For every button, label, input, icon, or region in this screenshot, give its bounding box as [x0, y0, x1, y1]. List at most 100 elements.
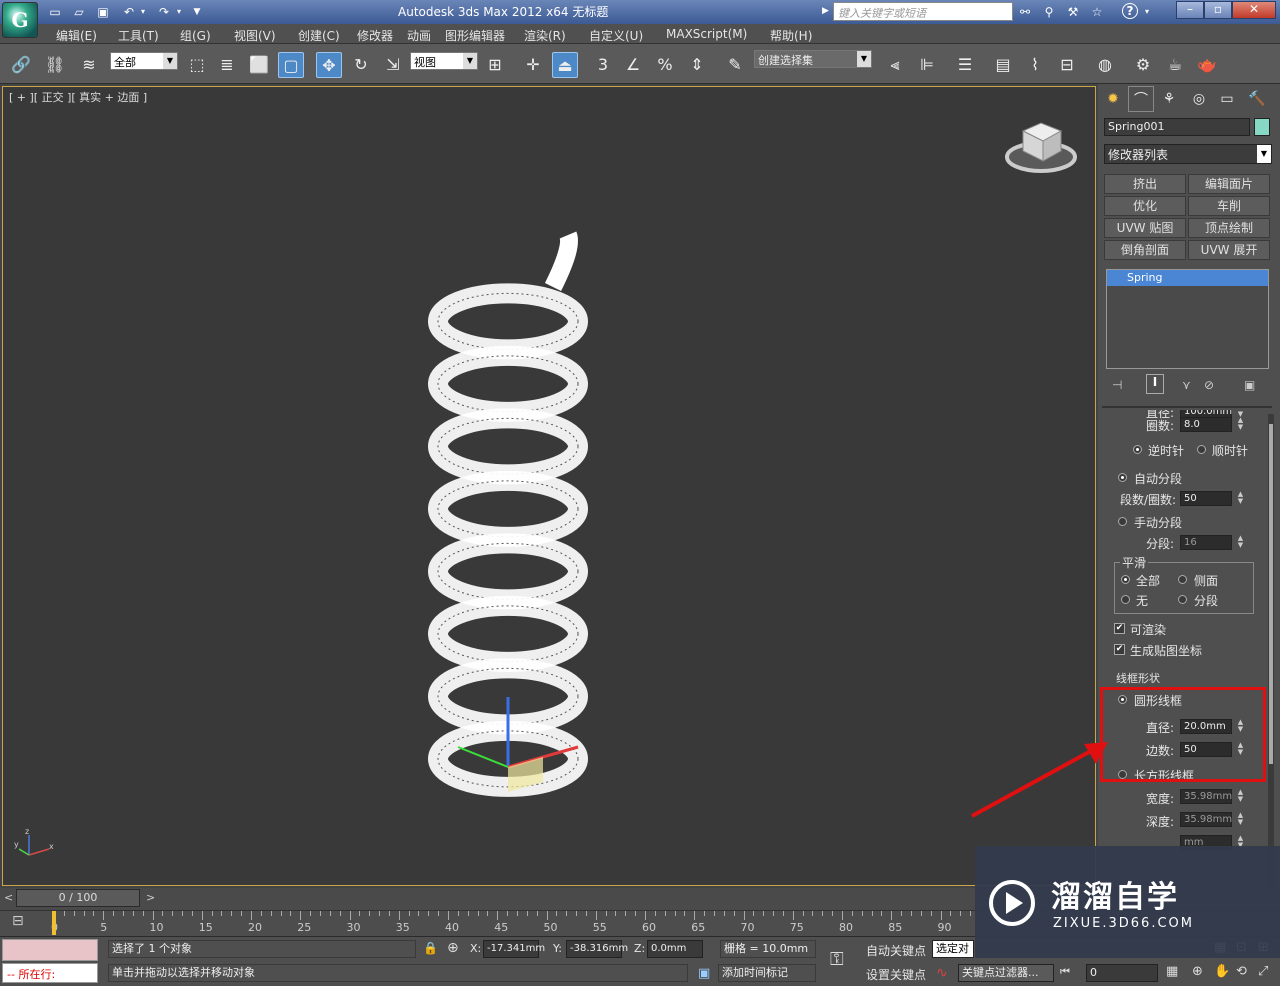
named-selection-set-dropdown[interactable]: 创建选择集 ▼	[754, 50, 872, 68]
show-end-result-icon[interactable]: I	[1146, 374, 1164, 394]
key-icon[interactable]: ⚲	[1040, 3, 1058, 21]
unlink-icon[interactable]: ⛓	[42, 52, 68, 78]
maxscript-listener-mini[interactable]	[2, 939, 98, 961]
orbit-icon[interactable]: ⟲	[1236, 964, 1247, 979]
object-name-field[interactable]: Spring001	[1104, 118, 1250, 136]
modifier-btn-extrude[interactable]: 挤出	[1104, 174, 1186, 194]
smooth-all-radio[interactable]	[1121, 575, 1130, 584]
open-file-icon[interactable]: ▱	[70, 3, 88, 21]
viewport-label[interactable]: [ + ][ 正交 ][ 真实 + 边面 ]	[9, 89, 147, 105]
time-slider[interactable]: 0 / 100	[16, 889, 140, 907]
modifier-btn-unwrap-uvw[interactable]: UVW 展开	[1188, 240, 1270, 260]
spring-object[interactable]	[403, 227, 623, 847]
curve-icon[interactable]: ∿	[936, 965, 948, 981]
utilities-tab-icon[interactable]: 🔨	[1244, 86, 1270, 112]
z-coord-field[interactable]: 0.0mm	[647, 940, 703, 958]
select-by-name-icon[interactable]: ≣	[214, 52, 240, 78]
ccw-radio[interactable]	[1133, 445, 1142, 454]
keyboard-shortcut-override-icon[interactable]: ⏏	[552, 52, 578, 78]
mini-curve-editor-icon[interactable]: ⊟	[12, 913, 24, 929]
go-to-start-icon[interactable]: ⏮	[1060, 965, 1070, 979]
align-icon[interactable]: ⊫	[914, 52, 940, 78]
manual-segment-radio[interactable]	[1118, 517, 1127, 526]
width-spin-arrows[interactable]: ▲ ▼	[1236, 789, 1245, 804]
select-and-scale-icon[interactable]: ⇲	[380, 52, 406, 78]
graphite-ribbon-icon[interactable]: ▤	[990, 52, 1016, 78]
pin-stack-icon[interactable]: ⊣	[1112, 378, 1122, 392]
new-file-icon[interactable]: ▭	[46, 3, 64, 21]
chevron-right-icon[interactable]: ▶	[822, 6, 829, 16]
turns-spin-arrows[interactable]: ▲ ▼	[1236, 417, 1245, 432]
layer-manager-icon[interactable]: ☰	[952, 52, 978, 78]
smooth-segs-radio[interactable]	[1178, 595, 1187, 604]
smooth-sides-radio[interactable]	[1178, 575, 1187, 584]
edit-named-selection-icon[interactable]: ✎	[722, 52, 748, 78]
mirror-icon[interactable]: ⫷	[882, 52, 908, 78]
menu-tools[interactable]: 工具(T)	[118, 27, 159, 44]
set-key-button[interactable]: 设置关键点	[866, 966, 926, 983]
depth-spinner[interactable]: 35.98mm	[1180, 812, 1232, 827]
motion-tab-icon[interactable]: ◎	[1186, 86, 1212, 112]
bind-space-warp-icon[interactable]: ≋	[76, 52, 102, 78]
menu-create[interactable]: 创建(C)	[298, 27, 340, 44]
make-unique-icon[interactable]: ⋎	[1182, 378, 1191, 392]
maxscript-line-field[interactable]: -- 所在行:	[2, 963, 98, 983]
pan-view-icon[interactable]: ✋	[1214, 964, 1230, 979]
width-spinner[interactable]: 35.98mm	[1180, 789, 1232, 804]
panel-scrollbar[interactable]	[1268, 414, 1274, 894]
time-config-icon[interactable]: ▦	[1166, 964, 1178, 979]
time-next-icon[interactable]: >	[146, 891, 155, 904]
menu-graph-editors[interactable]: 图形编辑器	[445, 27, 505, 44]
save-file-icon[interactable]: ▣	[94, 3, 112, 21]
close-button[interactable]: ✕	[1232, 1, 1276, 19]
link-icon[interactable]: 🔗	[8, 52, 34, 78]
help-search-input[interactable]: 键入关键字或短语	[833, 2, 1013, 21]
tools-icon[interactable]: ⚒	[1064, 3, 1082, 21]
modifier-btn-optimize[interactable]: 优化	[1104, 196, 1186, 216]
maximize-button[interactable]: ▫	[1204, 1, 1232, 19]
perspective-viewport[interactable]: [ + ][ 正交 ][ 真实 + 边面 ] z x y	[2, 86, 1096, 886]
curve-editor-icon[interactable]: ⌇	[1022, 52, 1048, 78]
menu-group[interactable]: 组(G)	[180, 27, 211, 44]
schematic-view-icon[interactable]: ⊟	[1054, 52, 1080, 78]
snap-toggle-icon[interactable]: 3	[590, 52, 616, 78]
minimize-button[interactable]: –	[1176, 1, 1204, 19]
create-tab-icon[interactable]: ✹	[1100, 86, 1126, 112]
select-and-move-icon[interactable]: ✥	[316, 52, 342, 78]
selection-lock-icon[interactable]: 🔒	[423, 941, 438, 955]
view-cube-icon[interactable]	[1003, 115, 1083, 185]
display-tab-icon[interactable]: ▭	[1214, 86, 1240, 112]
undo-dropdown-icon[interactable]: ▾	[138, 3, 148, 21]
window-crossing-icon[interactable]: ▢	[278, 52, 304, 78]
cw-radio[interactable]	[1197, 445, 1206, 454]
x-coord-field[interactable]: -17.341mm	[483, 940, 545, 958]
modifier-btn-bevel-profile[interactable]: 倒角剖面	[1104, 240, 1186, 260]
selection-filter-dropdown[interactable]: 全部 ▼	[110, 52, 178, 70]
auto-segment-radio[interactable]	[1118, 473, 1127, 482]
hierarchy-tab-icon[interactable]: ⚘	[1156, 86, 1182, 112]
menu-views[interactable]: 视图(V)	[234, 27, 276, 44]
current-frame-field[interactable]: 0	[1086, 964, 1158, 982]
modifier-btn-uvw-map[interactable]: UVW 贴图	[1104, 218, 1186, 238]
gizmo-y-axis[interactable]	[457, 746, 509, 768]
redo-icon[interactable]: ↷	[155, 3, 173, 21]
menu-rendering[interactable]: 渲染(R)	[524, 27, 566, 44]
menu-customize[interactable]: 自定义(U)	[589, 27, 643, 44]
menu-edit[interactable]: 编辑(E)	[56, 27, 97, 44]
seg-per-turn-spinner[interactable]: 50	[1180, 491, 1232, 506]
help-icon[interactable]: ?	[1122, 3, 1138, 19]
select-manipulate-icon[interactable]: ✛	[520, 52, 546, 78]
angle-snap-icon[interactable]: ∠	[620, 52, 646, 78]
time-prev-icon[interactable]: <	[4, 891, 13, 904]
y-coord-field[interactable]: -38.316mm	[566, 940, 628, 958]
smooth-none-radio[interactable]	[1121, 595, 1130, 604]
modifier-btn-edit-patch[interactable]: 编辑面片	[1188, 174, 1270, 194]
seg-per-turn-spin-arrows[interactable]: ▲ ▼	[1236, 491, 1245, 506]
binoculars-icon[interactable]: ⚯	[1016, 3, 1034, 21]
selected-objects-dropdown[interactable]: 选定对	[932, 940, 974, 958]
pivot-center-icon[interactable]: ⊞	[482, 52, 508, 78]
spinner-snap-icon[interactable]: ⇕	[684, 52, 710, 78]
menu-animation[interactable]: 动画	[407, 27, 431, 44]
key-filters-button[interactable]: 关键点过滤器...	[958, 964, 1054, 982]
rendered-frame-window-icon[interactable]: ☕	[1162, 52, 1188, 78]
